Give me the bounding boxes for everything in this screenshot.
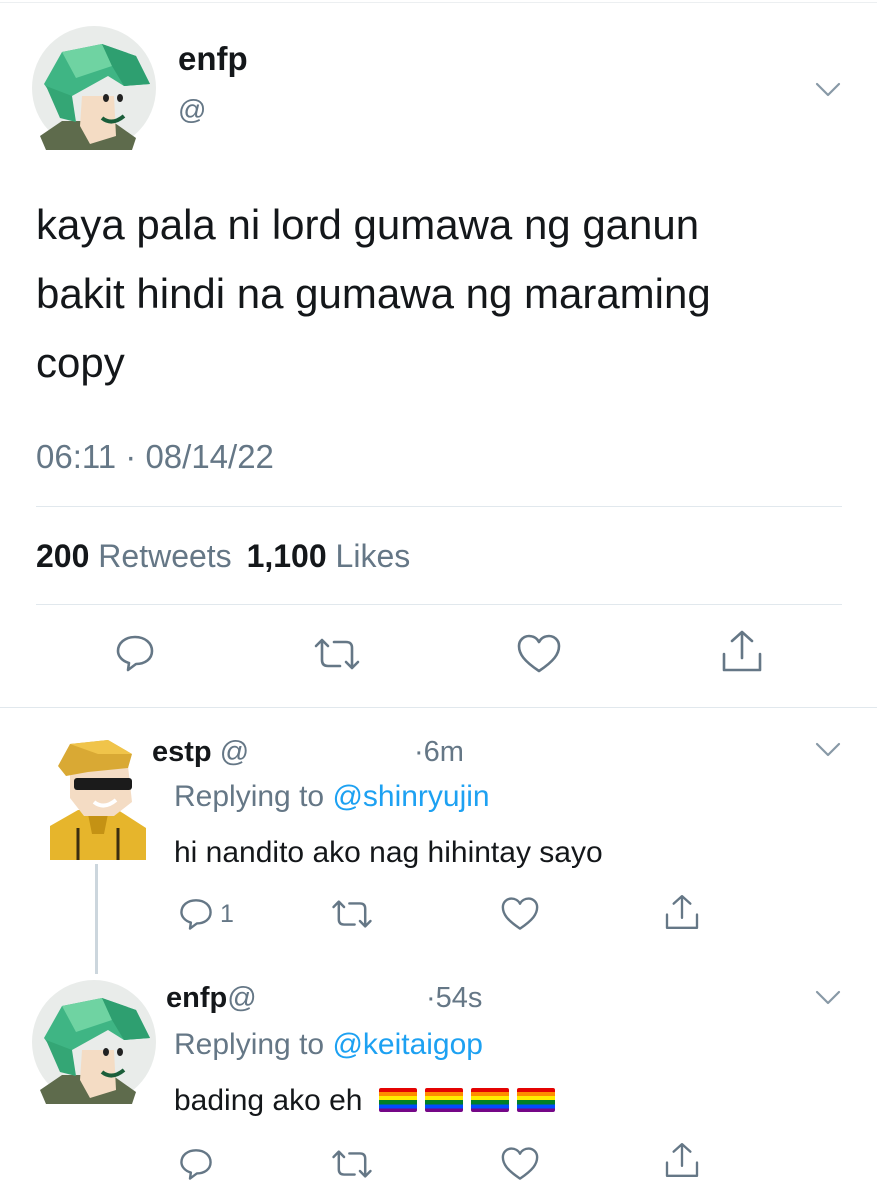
like-heart-icon[interactable] — [500, 896, 540, 932]
chevron-down-icon[interactable] — [814, 740, 842, 760]
rainbow-flag-icon — [424, 1088, 463, 1112]
reply-text: hi nandito ako nag hihintay sayo — [174, 836, 603, 869]
reply-author-handle[interactable]: @ — [220, 736, 249, 768]
retweets-count[interactable]: 200 — [36, 538, 89, 574]
reply-text: bading ako eh — [174, 1084, 363, 1117]
rainbow-flag-icon — [378, 1088, 417, 1112]
retweets-label[interactable]: Retweets — [98, 538, 231, 574]
retweet-icon[interactable] — [330, 1148, 374, 1180]
reply-count: 1 — [220, 900, 234, 928]
share-icon[interactable] — [662, 1140, 702, 1180]
rainbow-flag-icon — [470, 1088, 509, 1112]
thread-line — [95, 864, 98, 974]
replying-to-link[interactable]: @shinryujin — [332, 780, 489, 813]
chevron-down-icon[interactable] — [814, 988, 842, 1008]
divider — [0, 707, 877, 708]
reply-time[interactable]: ·54s — [426, 982, 482, 1015]
reply-text-row: bading ako eh — [174, 1084, 555, 1118]
share-icon[interactable] — [718, 628, 766, 674]
tweet-text-line: bakit hindi na gumawa ng maraming — [36, 270, 711, 317]
like-heart-icon[interactable] — [500, 1146, 540, 1182]
tweet-text-line: kaya pala ni lord gumawa ng ganun — [36, 201, 700, 248]
rainbow-flag-icon — [516, 1088, 555, 1112]
likes-label[interactable]: Likes — [336, 538, 411, 574]
likes-count[interactable]: 1,100 — [247, 538, 327, 574]
author-name[interactable]: enfp — [178, 40, 248, 78]
reply-header: estp @ — [152, 736, 249, 769]
avatar-main[interactable] — [32, 26, 156, 150]
avatar-reply-enfp[interactable] — [32, 980, 156, 1104]
share-icon[interactable] — [662, 892, 702, 932]
retweet-icon[interactable] — [312, 636, 362, 672]
divider — [36, 604, 842, 605]
replying-to-line: Replying to @keitaigop — [174, 1028, 483, 1062]
reply-icon[interactable] — [178, 896, 214, 932]
reply-author-handle[interactable]: @ — [227, 982, 256, 1014]
avatar-reply-estp[interactable] — [48, 736, 148, 860]
tweet-text: kaya pala ni lord gumawa ng ganun bakit … — [36, 190, 856, 397]
retweet-icon[interactable] — [330, 898, 374, 930]
chevron-down-icon[interactable] — [814, 80, 842, 100]
reply-author-name[interactable]: estp — [152, 736, 212, 768]
reply-icon[interactable] — [114, 632, 156, 674]
replying-to-line: Replying to @shinryujin — [174, 780, 490, 814]
reply-icon[interactable] — [178, 1146, 214, 1182]
tweet-stats: 200 Retweets 1,100 Likes — [36, 538, 410, 575]
tweet-text-line: copy — [36, 339, 125, 386]
reply-header: enfp@ — [166, 982, 257, 1015]
reply-time[interactable]: ·6m — [414, 736, 464, 769]
replying-to-prefix: Replying to — [174, 780, 325, 813]
like-heart-icon[interactable] — [516, 633, 562, 675]
tweet-timestamp[interactable]: 06:11 · 08/14/22 — [36, 438, 274, 476]
divider — [36, 506, 842, 507]
author-handle[interactable]: @ — [178, 94, 206, 126]
replying-to-link[interactable]: @keitaigop — [332, 1028, 483, 1061]
replying-to-prefix: Replying to — [174, 1028, 325, 1061]
top-divider — [0, 2, 877, 3]
reply-author-name[interactable]: enfp — [166, 982, 227, 1014]
